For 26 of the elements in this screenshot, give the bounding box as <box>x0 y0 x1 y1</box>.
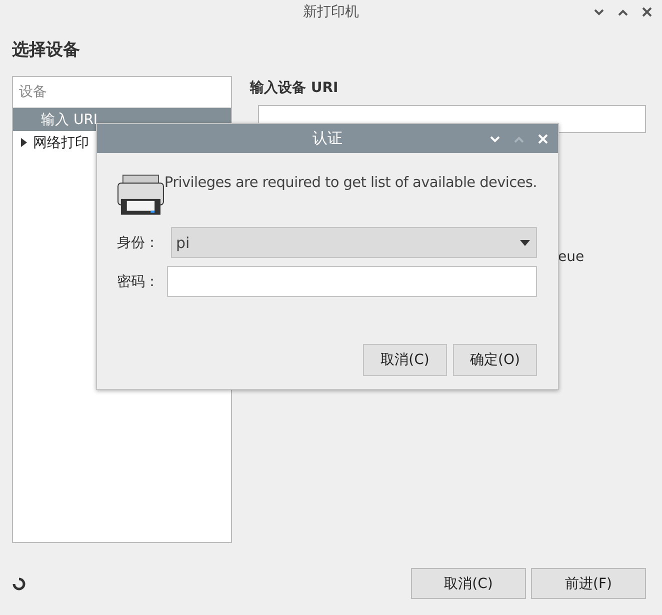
expander-icon[interactable] <box>21 138 27 147</box>
window-title: 新打印机 <box>303 3 359 21</box>
partial-text: eue <box>558 249 586 265</box>
minimize-icon <box>594 8 604 16</box>
close-icon <box>642 7 652 17</box>
password-input[interactable] <box>167 266 537 297</box>
dialog-button[interactable]: 取消(C) <box>363 344 447 376</box>
identity-dropdown[interactable]: pi <box>171 227 537 258</box>
list-item-label: 输入 URI <box>41 110 98 128</box>
dialog-message: Privileges are required to get list of available devices. <box>164 175 537 191</box>
minimize-icon <box>490 136 500 142</box>
maximize-icon <box>618 8 628 16</box>
dialog-button[interactable]: 前进(F) <box>531 568 646 599</box>
close-icon <box>538 134 548 144</box>
uri-label: 输入设备 URI <box>250 79 340 97</box>
maximize-icon <box>514 136 524 142</box>
dialog-button[interactable]: 确定(O) <box>453 344 537 376</box>
printer-icon <box>117 173 164 217</box>
list-item-label: 网络打印 <box>33 134 89 152</box>
dialog-button[interactable]: 取消(C) <box>411 568 526 599</box>
spinner-icon <box>12 576 26 590</box>
dropdown-arrow-icon <box>520 240 530 246</box>
dialog-title: 认证 <box>312 129 342 148</box>
identity-label: 身份： <box>117 234 160 252</box>
password-label: 密码： <box>117 272 160 290</box>
page-heading: 选择设备 <box>12 39 81 62</box>
